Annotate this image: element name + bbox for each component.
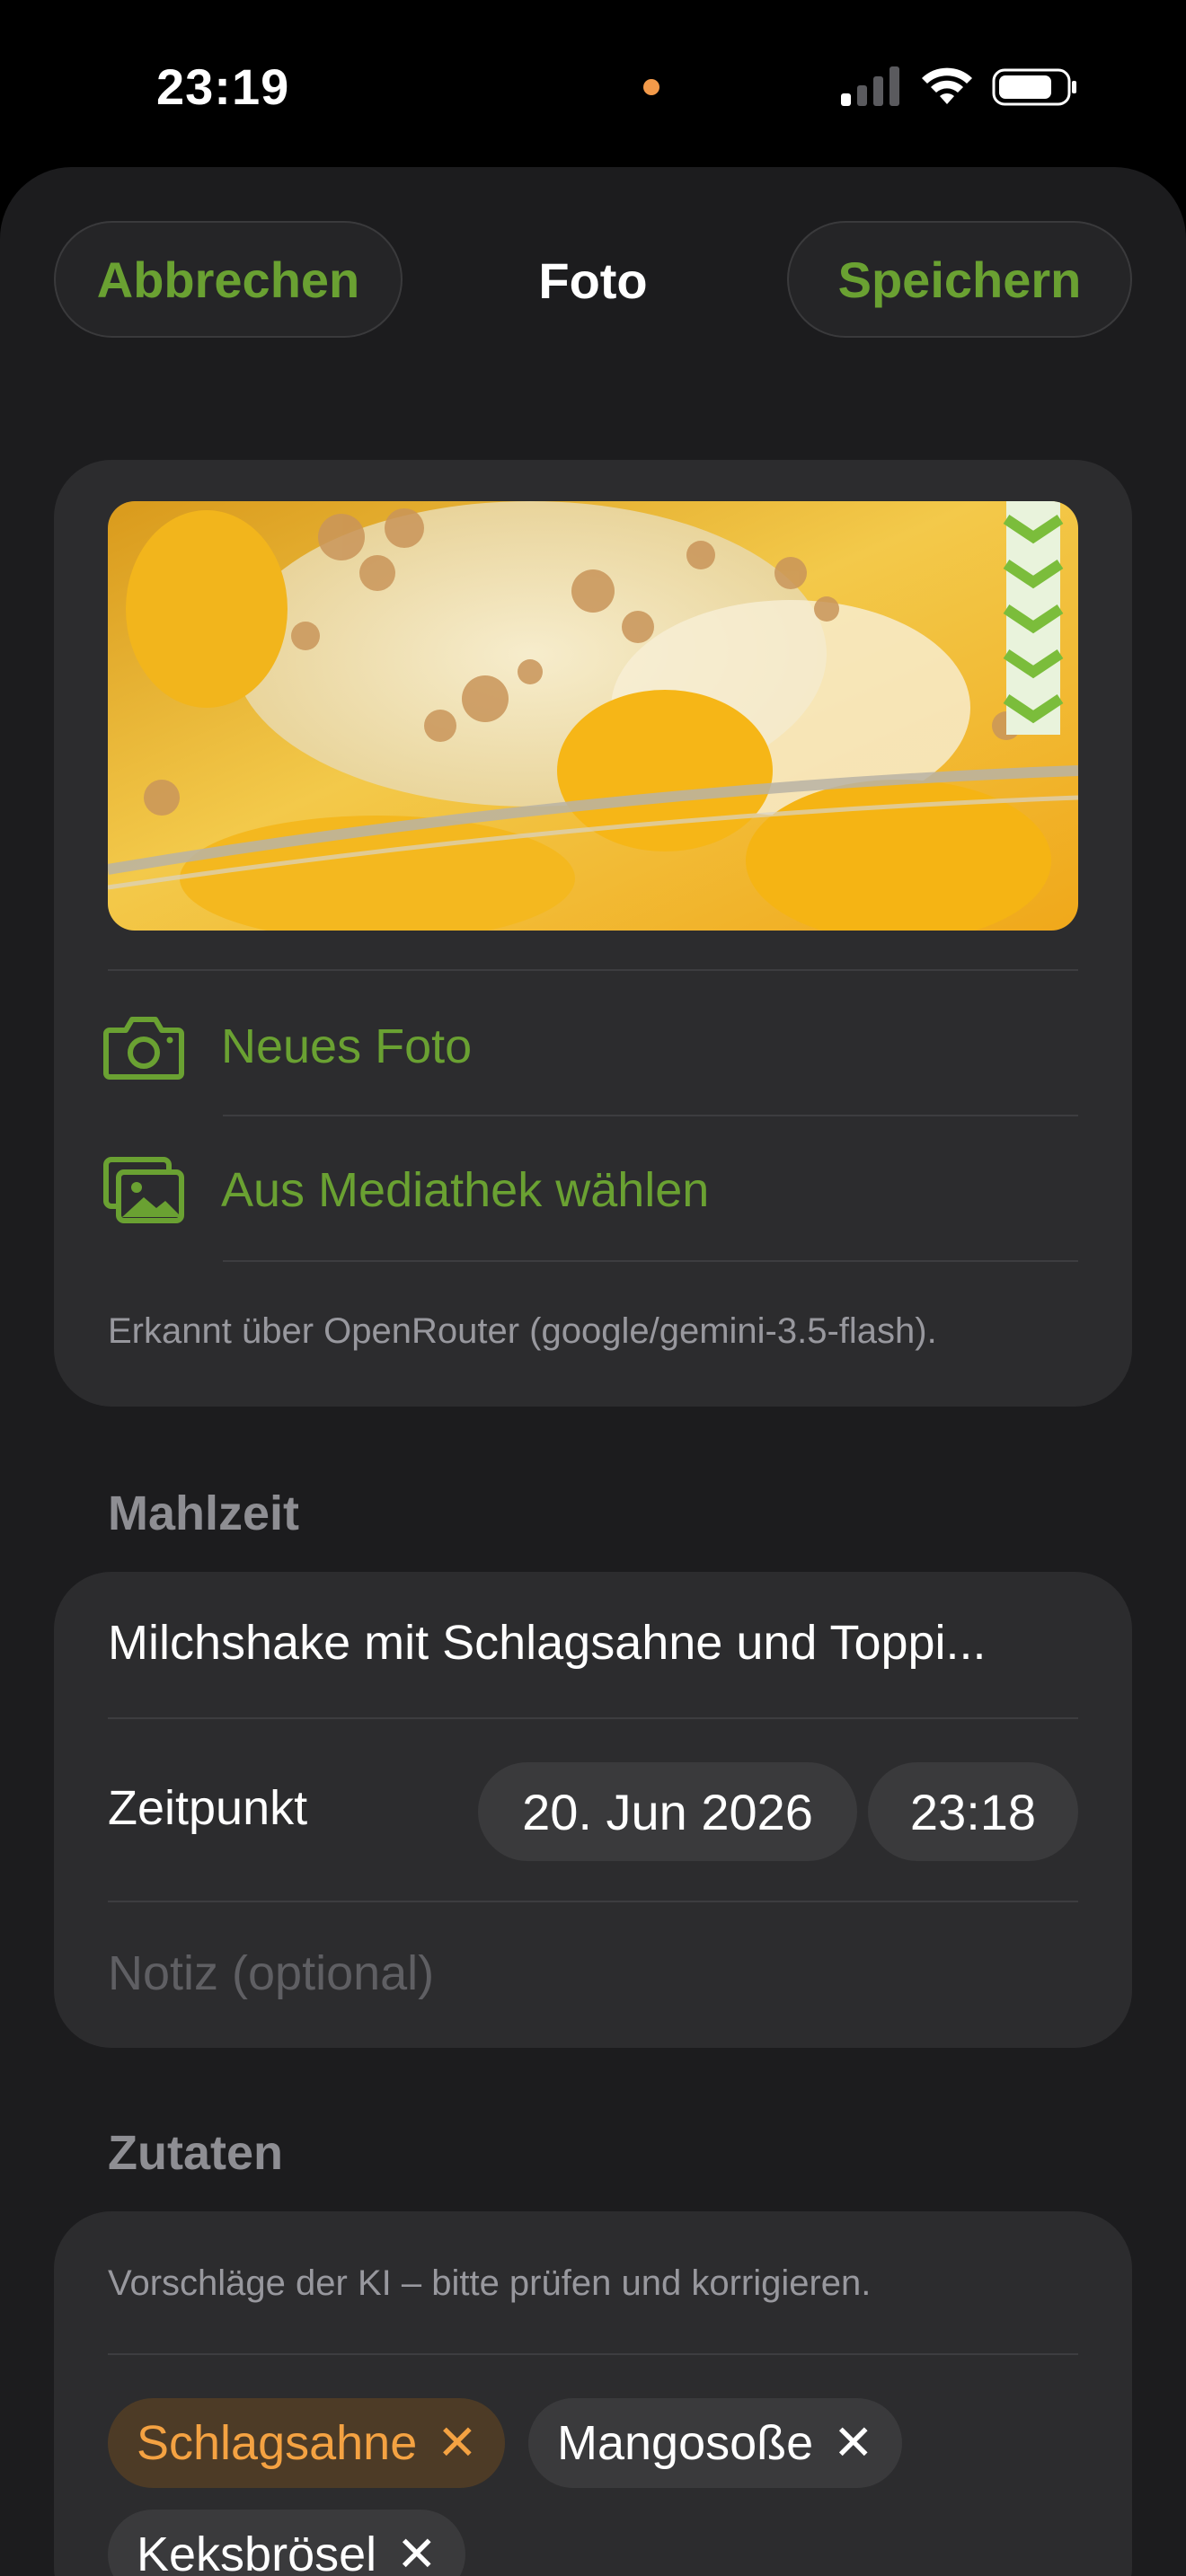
sheet-title: Foto	[538, 252, 648, 309]
ingredient-chip-label: Schlagsahne	[137, 2416, 418, 2470]
remove-chip-icon[interactable]: ✕	[437, 2419, 477, 2467]
food-photo-image	[108, 501, 1078, 931]
save-button[interactable]: Speichern	[787, 221, 1132, 338]
status-time: 23:19	[156, 58, 290, 115]
time-divider	[108, 1901, 1078, 1902]
time-label: Zeitpunkt	[108, 1781, 308, 1835]
ingredient-chip-label: Keksbrösel	[137, 2527, 377, 2576]
ingredients-hint: Vorschläge der KI – bitte prüfen und kor…	[108, 2263, 872, 2303]
ingredient-chip[interactable]: Mangosoße ✕	[528, 2398, 902, 2488]
library-divider	[223, 1260, 1078, 1262]
new-photo-label: Neues Foto	[221, 1019, 473, 1073]
meal-name-divider	[108, 1717, 1078, 1719]
remove-chip-icon[interactable]: ✕	[833, 2419, 873, 2467]
meal-section-header: Mahlzeit	[108, 1486, 300, 1540]
cancel-button[interactable]: Abbrechen	[54, 221, 403, 338]
recognition-caption: Erkannt über OpenRouter (google/gemini-3…	[108, 1311, 937, 1351]
ingredients-section-header: Zutaten	[108, 2126, 283, 2180]
ingredients-divider	[108, 2353, 1078, 2355]
date-picker[interactable]: 20. Jun 2026	[478, 1762, 857, 1861]
cellular-signal-icon	[841, 66, 899, 106]
time-picker[interactable]: 23:18	[868, 1762, 1078, 1861]
camera-icon	[103, 1017, 184, 1080]
recording-indicator	[643, 79, 659, 95]
meal-photo	[108, 501, 1078, 931]
note-input[interactable]: Notiz (optional)	[108, 1945, 434, 2001]
wifi-icon	[922, 67, 972, 104]
battery-icon	[992, 68, 1076, 106]
new-photo-button[interactable]: Neues Foto	[102, 1010, 1078, 1083]
choose-from-library-button[interactable]: Aus Mediathek wählen	[102, 1153, 1078, 1227]
ingredient-chip[interactable]: Keksbrösel ✕	[108, 2510, 465, 2576]
meal-name-field[interactable]: Milchshake mit Schlagsahne und Toppi...	[108, 1615, 1078, 1671]
ingredient-chip-label: Mangosoße	[557, 2416, 814, 2470]
photo-divider	[108, 969, 1078, 971]
ingredient-chip[interactable]: Schlagsahne ✕	[108, 2398, 505, 2488]
choose-from-library-label: Aus Mediathek wählen	[221, 1163, 710, 1217]
photo-library-icon	[103, 1157, 184, 1223]
remove-chip-icon[interactable]: ✕	[396, 2530, 437, 2576]
status-bar: 23:19	[0, 0, 1186, 171]
actions-divider	[223, 1115, 1078, 1116]
